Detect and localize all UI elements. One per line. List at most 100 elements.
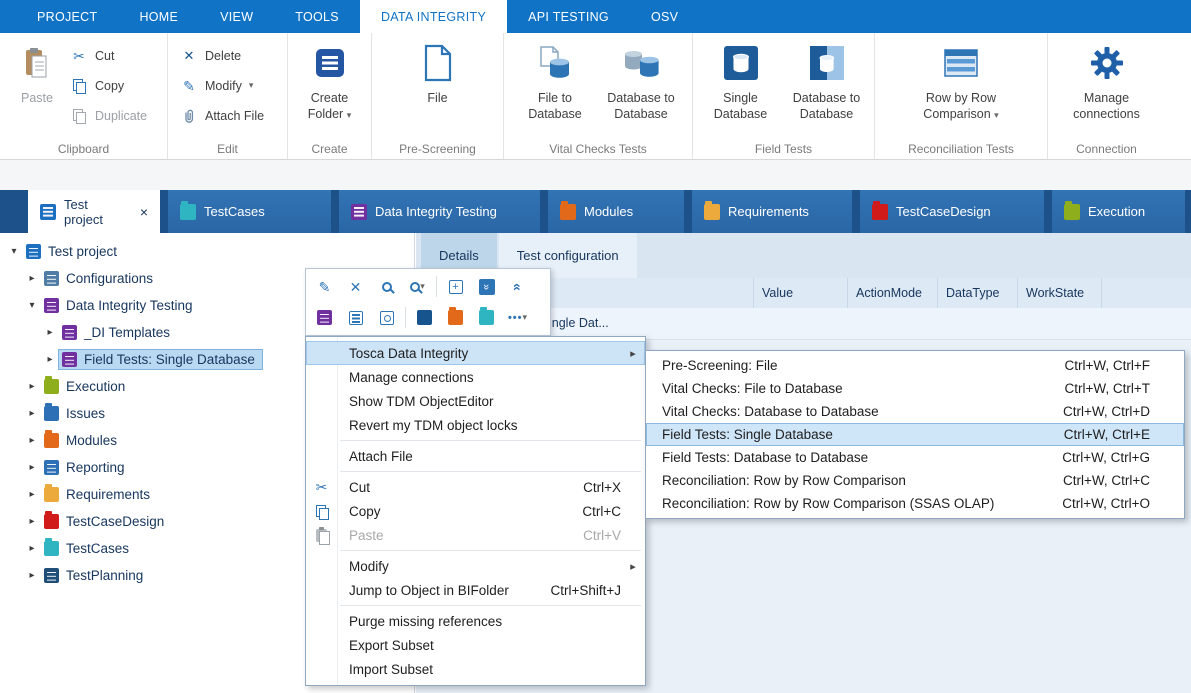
submenu-item-pre-screening-file[interactable]: Pre-Screening: File Ctrl+W, Ctrl+F (646, 354, 1184, 377)
single-database-button[interactable]: Single Database (698, 37, 784, 139)
tree-item-test-project[interactable]: ▾ Test project (0, 238, 414, 265)
requirements-folder-icon (704, 204, 720, 220)
menu-item-copy[interactable]: Copy Ctrl+C (306, 499, 645, 523)
menu-project[interactable]: PROJECT (16, 0, 118, 33)
row-by-row-comparison-button[interactable]: Row by Row Comparison ▾ (903, 37, 1019, 139)
ribbon-group-clipboard: Paste ✂ Cut Copy Duplicate (0, 33, 168, 159)
field-database-to-database-button[interactable]: Database to Database (784, 37, 870, 139)
tab-test-project[interactable]: Test project × (28, 190, 160, 233)
testplanning-icon (44, 568, 59, 583)
submenu-item-field-tests-database-to-database[interactable]: Field Tests: Database to Database Ctrl+W… (646, 446, 1184, 469)
copy-icon (73, 79, 85, 92)
column-workstate[interactable]: WorkState (1018, 278, 1102, 308)
submenu-arrow-icon: ▸ (627, 347, 639, 360)
menu-item-modify[interactable]: Modify ▸ (306, 554, 645, 578)
submenu-item-field-tests-single-database[interactable]: Field Tests: Single Database Ctrl+W, Ctr… (646, 423, 1184, 446)
manage-connections-button[interactable]: Manage connections (1059, 37, 1155, 139)
more-icon[interactable]: •••▾ (503, 304, 532, 331)
menu-item-attach-file[interactable]: Attach File (306, 444, 645, 468)
expander-icon[interactable]: ▸ (42, 327, 58, 338)
edit-icon[interactable]: ✎ (310, 273, 339, 300)
tab-execution[interactable]: Execution (1052, 190, 1185, 233)
execution-folder-icon (44, 379, 59, 394)
group-label-clipboard: Clipboard (0, 142, 167, 156)
expander-icon[interactable]: ▸ (24, 408, 40, 419)
expander-icon[interactable]: ▾ (6, 246, 22, 257)
menu-item-purge-missing-references[interactable]: Purge missing references (306, 609, 645, 633)
tab-requirements[interactable]: Requirements (692, 190, 852, 233)
file-icon (423, 39, 453, 87)
menu-view[interactable]: VIEW (199, 0, 274, 33)
delete-icon[interactable]: ✕ (341, 273, 370, 300)
submenu-item-vital-checks-database-to-database[interactable]: Vital Checks: Database to Database Ctrl+… (646, 400, 1184, 423)
expand-all-icon[interactable]: « (503, 273, 532, 300)
testsheet-icon[interactable] (341, 304, 370, 331)
configurations-icon (44, 271, 59, 286)
expander-icon[interactable]: ▸ (24, 435, 40, 446)
module-icon[interactable] (410, 304, 439, 331)
menu-item-export-subset[interactable]: Export Subset (306, 633, 645, 657)
database-to-database-button[interactable]: Database to Database (598, 37, 684, 139)
ribbon-group-pre-screening: File Pre-Screening (372, 33, 504, 159)
attach-file-button[interactable]: Attach File (180, 107, 264, 124)
expander-icon[interactable]: ▸ (24, 516, 40, 527)
expander-icon[interactable]: ▸ (24, 273, 40, 284)
column-value[interactable]: Value (754, 278, 848, 308)
file-button[interactable]: File (395, 37, 481, 139)
create-folder-button[interactable]: Create Folder ▾ (294, 37, 366, 139)
menu-item-revert-tdm-object-locks[interactable]: Revert my TDM object locks (306, 413, 645, 437)
menu-item-show-tdm-objecteditor[interactable]: Show TDM ObjectEditor (306, 389, 645, 413)
menu-data-integrity[interactable]: DATA INTEGRITY (360, 0, 507, 33)
search-object-icon[interactable] (372, 304, 401, 331)
tosca-data-integrity-submenu: Pre-Screening: File Ctrl+W, Ctrl+F Vital… (645, 350, 1185, 519)
submenu-item-reconciliation-row-by-row[interactable]: Reconciliation: Row by Row Comparison Ct… (646, 469, 1184, 492)
expander-icon[interactable]: ▸ (24, 489, 40, 500)
tab-data-integrity-testing[interactable]: Data Integrity Testing (339, 190, 540, 233)
column-actionmode[interactable]: ActionMode (848, 278, 938, 308)
expander-icon[interactable]: ▾ (24, 300, 40, 311)
paste-icon (20, 39, 54, 87)
search-icon[interactable] (372, 273, 401, 300)
menu-api-testing[interactable]: API TESTING (507, 0, 630, 33)
duplicate-icon (73, 109, 85, 122)
menu-item-paste[interactable]: Paste Ctrl+V (306, 523, 645, 547)
close-icon[interactable]: × (134, 204, 148, 220)
menu-item-jump-to-object-in-bifolder[interactable]: Jump to Object in BIFolder Ctrl+Shift+J (306, 578, 645, 602)
submenu-item-vital-checks-file-to-database[interactable]: Vital Checks: File to Database Ctrl+W, C… (646, 377, 1184, 400)
menu-item-import-subset[interactable]: Import Subset (306, 657, 645, 681)
menu-home[interactable]: HOME (118, 0, 199, 33)
submenu-item-reconciliation-row-by-row-ssas-olap[interactable]: Reconciliation: Row by Row Comparison (S… (646, 492, 1184, 515)
expander-icon[interactable]: ▸ (24, 570, 40, 581)
menu-item-manage-connections[interactable]: Manage connections (306, 365, 645, 389)
expander-icon[interactable]: ▸ (42, 354, 58, 365)
menu-item-cut[interactable]: ✂ Cut Ctrl+X (306, 475, 645, 499)
expander-icon[interactable]: ▸ (24, 462, 40, 473)
paste-button[interactable]: Paste (8, 37, 66, 139)
delete-button[interactable]: ✕ Delete (180, 47, 264, 64)
group-label-reconciliation: Reconciliation Tests (875, 142, 1047, 156)
copy-button[interactable]: Copy (70, 77, 147, 94)
di-folder-icon[interactable] (310, 304, 339, 331)
modules-folder-icon[interactable] (441, 304, 470, 331)
select-items-icon[interactable]: + (441, 273, 470, 300)
menu-tools[interactable]: TOOLS (274, 0, 360, 33)
collapse-all-icon[interactable]: » (472, 273, 501, 300)
menu-item-tosca-data-integrity[interactable]: Tosca Data Integrity ▸ (306, 341, 645, 365)
testcases-folder-icon[interactable] (472, 304, 501, 331)
file-to-database-icon (536, 39, 574, 87)
search-options-icon[interactable]: ▾ (403, 273, 432, 300)
column-datatype[interactable]: DataType (938, 278, 1018, 308)
tab-testcasedesign[interactable]: TestCaseDesign (860, 190, 1044, 233)
expander-icon[interactable]: ▸ (24, 543, 40, 554)
testcasedesign-folder-icon (872, 204, 888, 220)
modify-button[interactable]: ✎ Modify ▾ (180, 77, 264, 94)
cut-button[interactable]: ✂ Cut (70, 47, 147, 64)
duplicate-button[interactable]: Duplicate (70, 107, 147, 124)
file-to-database-button[interactable]: File to Database (512, 37, 598, 139)
tab-testcases[interactable]: TestCases (168, 190, 331, 233)
expander-icon[interactable]: ▸ (24, 381, 40, 392)
menu-osv[interactable]: OSV (630, 0, 699, 33)
pencil-icon: ✎ (180, 79, 198, 93)
tab-modules[interactable]: Modules (548, 190, 684, 233)
toolbar-separator (436, 276, 437, 297)
